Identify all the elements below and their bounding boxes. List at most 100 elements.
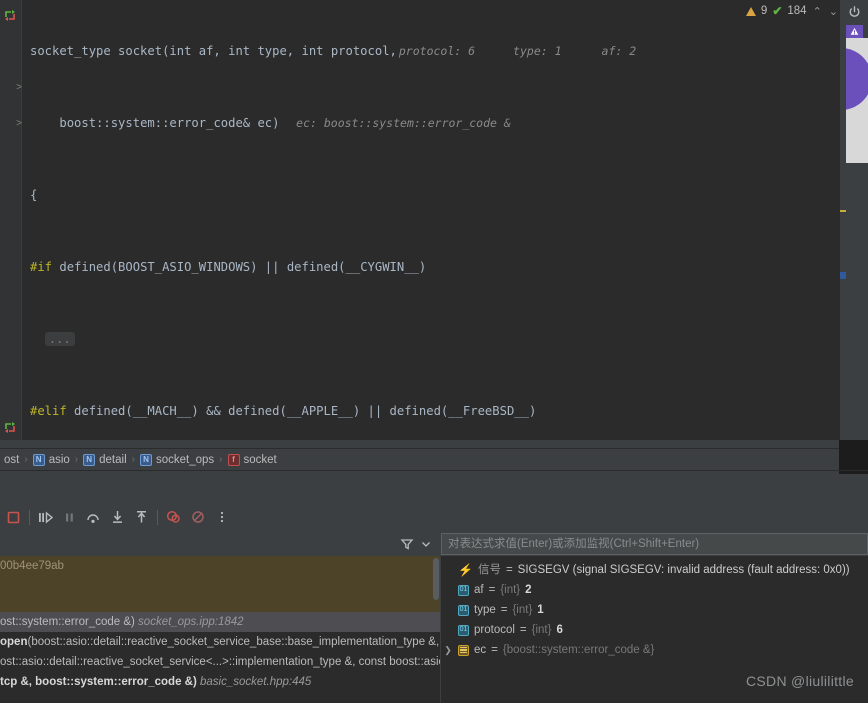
frame-row[interactable]: tcp &, boost::system::error_code &) basi… [0,672,440,692]
code-line[interactable]: socket_type socket(int af, int type, int… [22,42,839,60]
variable-type: {int} [531,624,552,636]
breadcrumb-item-detail[interactable]: N detail [79,453,131,466]
breadcrumb-label: asio [48,453,70,466]
step-over-button[interactable] [82,506,105,529]
stop-square-icon [7,511,20,523]
warning-triangle-icon [850,27,859,35]
code-token: defined(__MACH__) && defined(__APPLE__) … [74,404,537,418]
inspection-widget[interactable]: 9 ✔ 184 ⌃ ⌄ [745,4,839,18]
view-breakpoints-button[interactable] [162,506,185,529]
namespace-icon: N [32,453,45,466]
mute-breakpoints-button[interactable] [186,506,209,529]
rail-graphic-panel [846,38,868,163]
frame-row[interactable]: ost::system::error_code &) socket_ops.ip… [0,612,440,632]
right-tool-rail [839,0,868,474]
variables-panel-header: 对表达式求值(Enter)或添加监视(Ctrl+Shift+Enter) [441,533,868,555]
resume-program-button[interactable] [34,506,57,529]
checkmark-icon: ✔ [772,4,783,18]
code-token: { [30,188,38,202]
check-count: 184 [787,5,807,17]
frames-panel-header [0,533,440,555]
filter-funnel-icon[interactable] [400,537,414,551]
breadcrumb[interactable]: ost › N asio › N detail › N socket_ops ›… [0,448,839,470]
breadcrumb-item-boost[interactable]: ost [0,454,23,466]
breadcrumb-item-socket-ops[interactable]: N socket_ops [136,453,218,466]
more-vertical-icon [220,511,223,523]
debug-toolbar [0,503,868,531]
namespace-icon: N [139,453,152,466]
chevron-down-icon[interactable]: ⌄ [828,5,839,18]
variable-row-protocol[interactable]: 01 protocol = {int} 6 [441,620,868,640]
expand-arrow-icon[interactable]: ❯ [443,640,453,660]
variable-type: {int} [500,584,521,596]
breadcrumb-item-asio[interactable]: N asio [29,453,74,466]
ide-window: > > socket_type socket(int af, int type,… [0,0,868,703]
step-over-icon [87,513,99,523]
editor-area: > > socket_type socket(int af, int type,… [0,0,868,474]
code-line[interactable]: boost::system::error_code& ec) ec: boost… [22,114,839,132]
folded-region[interactable]: ... [44,332,75,346]
inlay-hint-af: af: 2 [601,44,637,58]
code-content[interactable]: socket_type socket(int af, int type, int… [22,0,839,440]
variable-name: 信号 [477,564,501,576]
inlay-hint-protocol: protocol: 6 [398,44,476,58]
rail-marker [840,210,846,212]
breakpoints-icon [166,510,180,523]
code-line[interactable]: #elif defined(__MACH__) && defined(__APP… [22,402,839,420]
panel-gap [0,474,868,503]
breadcrumb-label: socket [243,453,277,466]
step-out-icon [137,511,146,523]
evaluate-expression-input[interactable]: 对表达式求值(Enter)或添加监视(Ctrl+Shift+Enter) [441,533,868,555]
variable-name: type [474,604,496,616]
resume-icon [39,511,53,523]
code-line-folded[interactable]: ... [22,330,839,348]
variable-type: {boost::system::error_code &} [502,644,655,656]
code-token: defined(BOOST_ASIO_WINDOWS) || defined(_… [59,260,427,274]
toolbar-separator [29,509,30,525]
override-method-icon[interactable] [3,420,17,434]
rail-warning-badge[interactable] [846,25,863,38]
variable-name: af [474,584,484,596]
stop-button[interactable] [2,506,25,529]
step-out-button[interactable] [130,506,153,529]
purple-circle-graphic [846,48,868,110]
code-token: #elif [30,404,67,418]
breadcrumb-label: detail [99,453,127,466]
variable-row-type[interactable]: 01 type = {int} 1 [441,600,868,620]
variable-row-signal[interactable]: ⚡ 信号 = SIGSEGV (signal SIGSEGV: invalid … [441,560,868,580]
variable-name: ec [474,644,487,656]
frame-row[interactable]: open(boost::asio::detail::reactive_socke… [0,632,440,652]
frames-list[interactable]: 00b4ee79ab ost::system::error_code &) so… [0,556,440,703]
variable-row-af[interactable]: 01 af = {int} 2 [441,580,868,600]
thread-row-cont [0,594,440,612]
equals-sign: = [519,624,527,636]
pause-program-button[interactable] [58,506,81,529]
breadcrumb-item-socket[interactable]: f socket [224,453,281,466]
step-into-button[interactable] [106,506,129,529]
frames-scrollbar-thumb[interactable] [433,558,439,600]
horizontal-divider [0,470,868,471]
variable-name: protocol [474,624,515,636]
breadcrumb-label: ost [4,453,20,466]
warning-triangle-icon [745,6,756,16]
mute-breakpoints-icon [191,511,204,523]
frame-signature: (boost::asio::detail::reactive_socket_se… [27,636,440,648]
override-method-icon[interactable] [3,8,17,22]
power-icon[interactable] [847,5,862,20]
frames-panel: 00b4ee79ab ost::system::error_code &) so… [0,533,440,703]
equals-sign: = [488,584,496,596]
code-line[interactable]: { [22,186,839,204]
thread-row[interactable]: 00b4ee79ab [0,556,440,594]
variable-row-ec[interactable]: ❯ ec = {boost::system::error_code &} [441,640,868,660]
pause-icon [66,513,73,521]
variable-value: 6 [556,624,563,636]
code-token: #if [30,260,53,274]
frame-row[interactable]: ost::asio::detail::reactive_socket_servi… [0,652,440,672]
chevron-down-icon[interactable] [420,538,432,550]
chevron-up-icon[interactable]: ⌃ [812,5,823,18]
code-line[interactable]: #if defined(BOOST_ASIO_WINDOWS) || defin… [22,258,839,276]
editor-gutter[interactable]: > > [0,0,22,440]
more-options-button[interactable] [210,506,233,529]
frames-scrollbar-vertical[interactable] [433,556,440,703]
variable-type: {int} [512,604,533,616]
